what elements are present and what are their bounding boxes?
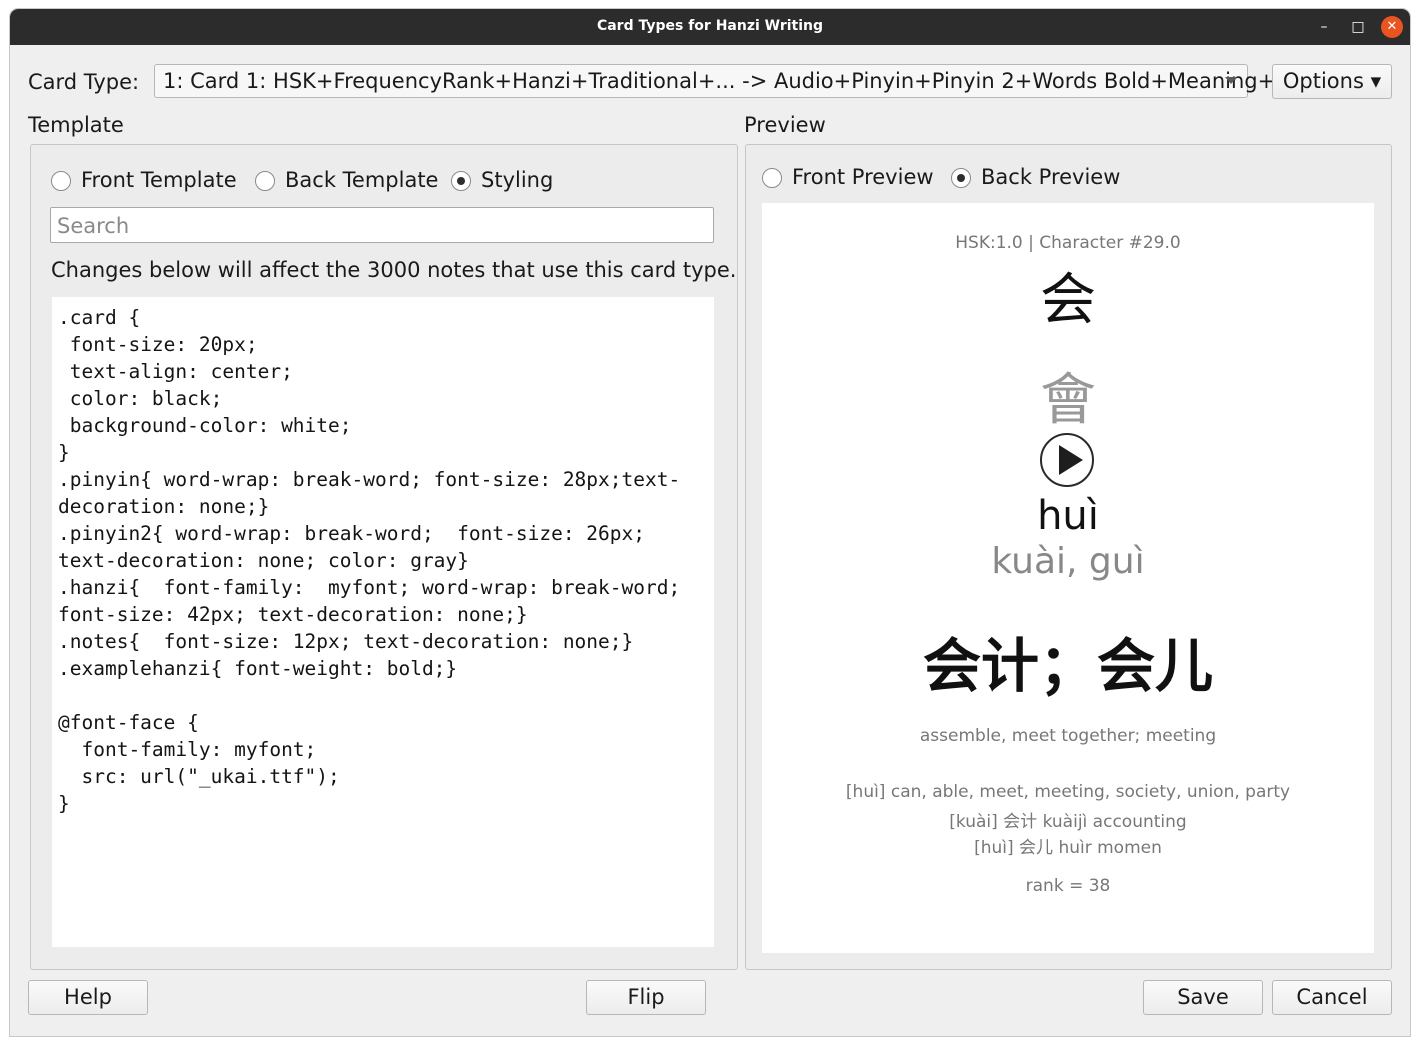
preview-hanzi: 会 bbox=[1040, 268, 1096, 333]
play-audio-icon[interactable] bbox=[1040, 433, 1094, 487]
preview-header: HSK:1.0 | Character #29.0 bbox=[955, 233, 1181, 253]
card-type-notice: Changes below will affect the 3000 notes… bbox=[51, 258, 737, 282]
radio-off-icon bbox=[255, 171, 275, 191]
radio-on-icon bbox=[451, 171, 471, 191]
preview-pinyin2: kuài, guì bbox=[991, 541, 1145, 582]
card-preview: HSK:1.0 | Character #29.0 会 會 huì kuài, … bbox=[762, 203, 1374, 953]
preview-note: [huì] can, able, meet, meeting, society,… bbox=[845, 782, 1291, 802]
preview-note: [kuài] 会计 kuàijì accounting bbox=[949, 812, 1187, 832]
title-bar: Card Types for Hanzi Writing – □ ✕ bbox=[10, 9, 1410, 45]
save-button[interactable]: Save bbox=[1143, 980, 1263, 1015]
card-type-selected-value: 1: Card 1: HSK+FrequencyRank+Hanzi+Tradi… bbox=[163, 69, 1296, 93]
preview-words: 会计；会儿 bbox=[922, 632, 1213, 700]
card-type-label: Card Type: bbox=[28, 70, 140, 94]
help-button[interactable]: Help bbox=[28, 980, 148, 1015]
search-input[interactable] bbox=[55, 211, 699, 241]
chevron-down-icon bbox=[1225, 77, 1237, 84]
card-type-select[interactable]: 1: Card 1: HSK+FrequencyRank+Hanzi+Tradi… bbox=[154, 64, 1295, 98]
preview-traditional: 會 bbox=[1040, 368, 1096, 433]
template-section-label: Template bbox=[28, 113, 124, 137]
preview-note: [huì] 会儿 huìr momen bbox=[974, 838, 1162, 858]
preview-rank: rank = 38 bbox=[1025, 876, 1111, 896]
options-button[interactable]: Options ▾ bbox=[1272, 64, 1392, 99]
radio-off-icon bbox=[51, 171, 71, 191]
flip-button[interactable]: Flip bbox=[586, 980, 706, 1015]
radio-off-icon bbox=[762, 168, 782, 188]
close-button[interactable]: ✕ bbox=[1381, 16, 1403, 38]
preview-section-label: Preview bbox=[744, 113, 826, 137]
styling-code-editor[interactable]: .card { font-size: 20px; text-align: cen… bbox=[52, 297, 714, 947]
maximize-button[interactable]: □ bbox=[1347, 16, 1369, 38]
window-title: Card Types for Hanzi Writing bbox=[596, 18, 824, 34]
search-field[interactable] bbox=[50, 207, 714, 243]
preview-meaning: assemble, meet together; meeting bbox=[919, 726, 1217, 746]
cancel-button[interactable]: Cancel bbox=[1272, 980, 1392, 1015]
minimize-button[interactable]: – bbox=[1313, 16, 1335, 38]
preview-pinyin: huì bbox=[1037, 493, 1099, 539]
radio-on-icon bbox=[951, 168, 971, 188]
card-types-window: Card Types for Hanzi Writing – □ ✕ Card … bbox=[10, 9, 1410, 1036]
